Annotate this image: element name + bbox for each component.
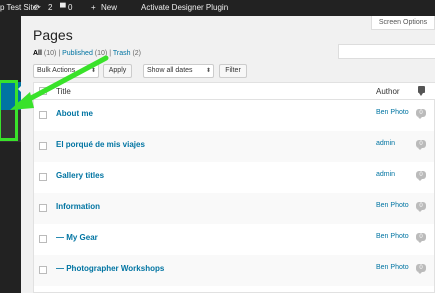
row-checkbox[interactable] <box>39 204 47 212</box>
row-author-link[interactable]: Ben Photo <box>376 202 409 209</box>
comment-count-bubble[interactable]: 0 <box>416 171 426 181</box>
row-title-link[interactable]: Information <box>56 202 100 211</box>
row-title-link[interactable]: Gallery titles <box>56 171 104 180</box>
row-author-link[interactable]: Ben Photo <box>376 233 409 240</box>
row-checkbox[interactable] <box>39 142 47 150</box>
comments-count[interactable]: 0 <box>68 3 72 12</box>
admin-bar: p Test Site ⟳ 2 ▀ 0 + New Activate Desig… <box>0 0 435 16</box>
column-author-header: Author <box>376 87 400 96</box>
row-author-link[interactable]: Ben Photo <box>376 109 409 116</box>
filter-button[interactable]: Filter <box>219 64 247 78</box>
row-checkbox[interactable] <box>39 173 47 181</box>
comment-icon[interactable]: ▀ <box>60 3 66 12</box>
filter-trash-count: (2) <box>132 50 142 57</box>
search-input[interactable] <box>338 44 435 59</box>
table-row: — Photographer Workshops Ben Photo 0 <box>34 255 434 286</box>
table-row: Information Ben Photo 0 <box>34 193 434 224</box>
dates-value: Show all dates <box>147 67 193 74</box>
row-title-link[interactable]: — My Gear <box>56 233 98 242</box>
row-checkbox[interactable] <box>39 235 47 243</box>
table-row: — My Gear Ben Photo 0 <box>34 224 434 255</box>
row-author-link[interactable]: admin <box>376 171 395 178</box>
updates-count[interactable]: 2 <box>48 3 52 12</box>
table-row: Gallery titles admin 0 <box>34 162 434 193</box>
comment-count-bubble[interactable]: 0 <box>416 233 426 243</box>
comment-count-bubble[interactable]: 0 <box>416 140 426 150</box>
row-checkbox[interactable] <box>39 266 47 274</box>
row-title-link[interactable]: — Photographer Workshops <box>56 264 164 273</box>
comment-count-bubble[interactable]: 0 <box>416 109 426 119</box>
refresh-icon[interactable]: ⟳ <box>34 3 41 12</box>
row-title-link[interactable]: El porqué de mis viajes <box>56 140 145 149</box>
activate-plugin-link[interactable]: Activate Designer Plugin <box>141 3 228 12</box>
comments-column-icon[interactable] <box>418 86 425 96</box>
new-content-link[interactable]: New <box>101 3 117 12</box>
comment-count-bubble[interactable]: 0 <box>416 202 426 212</box>
row-author-link[interactable]: Ben Photo <box>376 264 409 271</box>
annotation-arrow-icon <box>10 55 109 110</box>
row-author-link[interactable]: admin <box>376 140 395 147</box>
wp-admin-screen: p Test Site ⟳ 2 ▀ 0 + New Activate Desig… <box>0 0 435 293</box>
dates-select[interactable]: Show all dates ⬍ <box>143 64 214 78</box>
table-row: El porqué de mis viajes admin 0 <box>34 131 434 162</box>
site-name-link[interactable]: p Test Site <box>0 3 37 12</box>
screen-options-button[interactable]: Screen Options <box>371 16 435 30</box>
plus-icon[interactable]: + <box>91 3 96 12</box>
chevron-updown-icon: ⬍ <box>205 68 211 74</box>
comment-count-bubble[interactable]: 0 <box>416 264 426 274</box>
